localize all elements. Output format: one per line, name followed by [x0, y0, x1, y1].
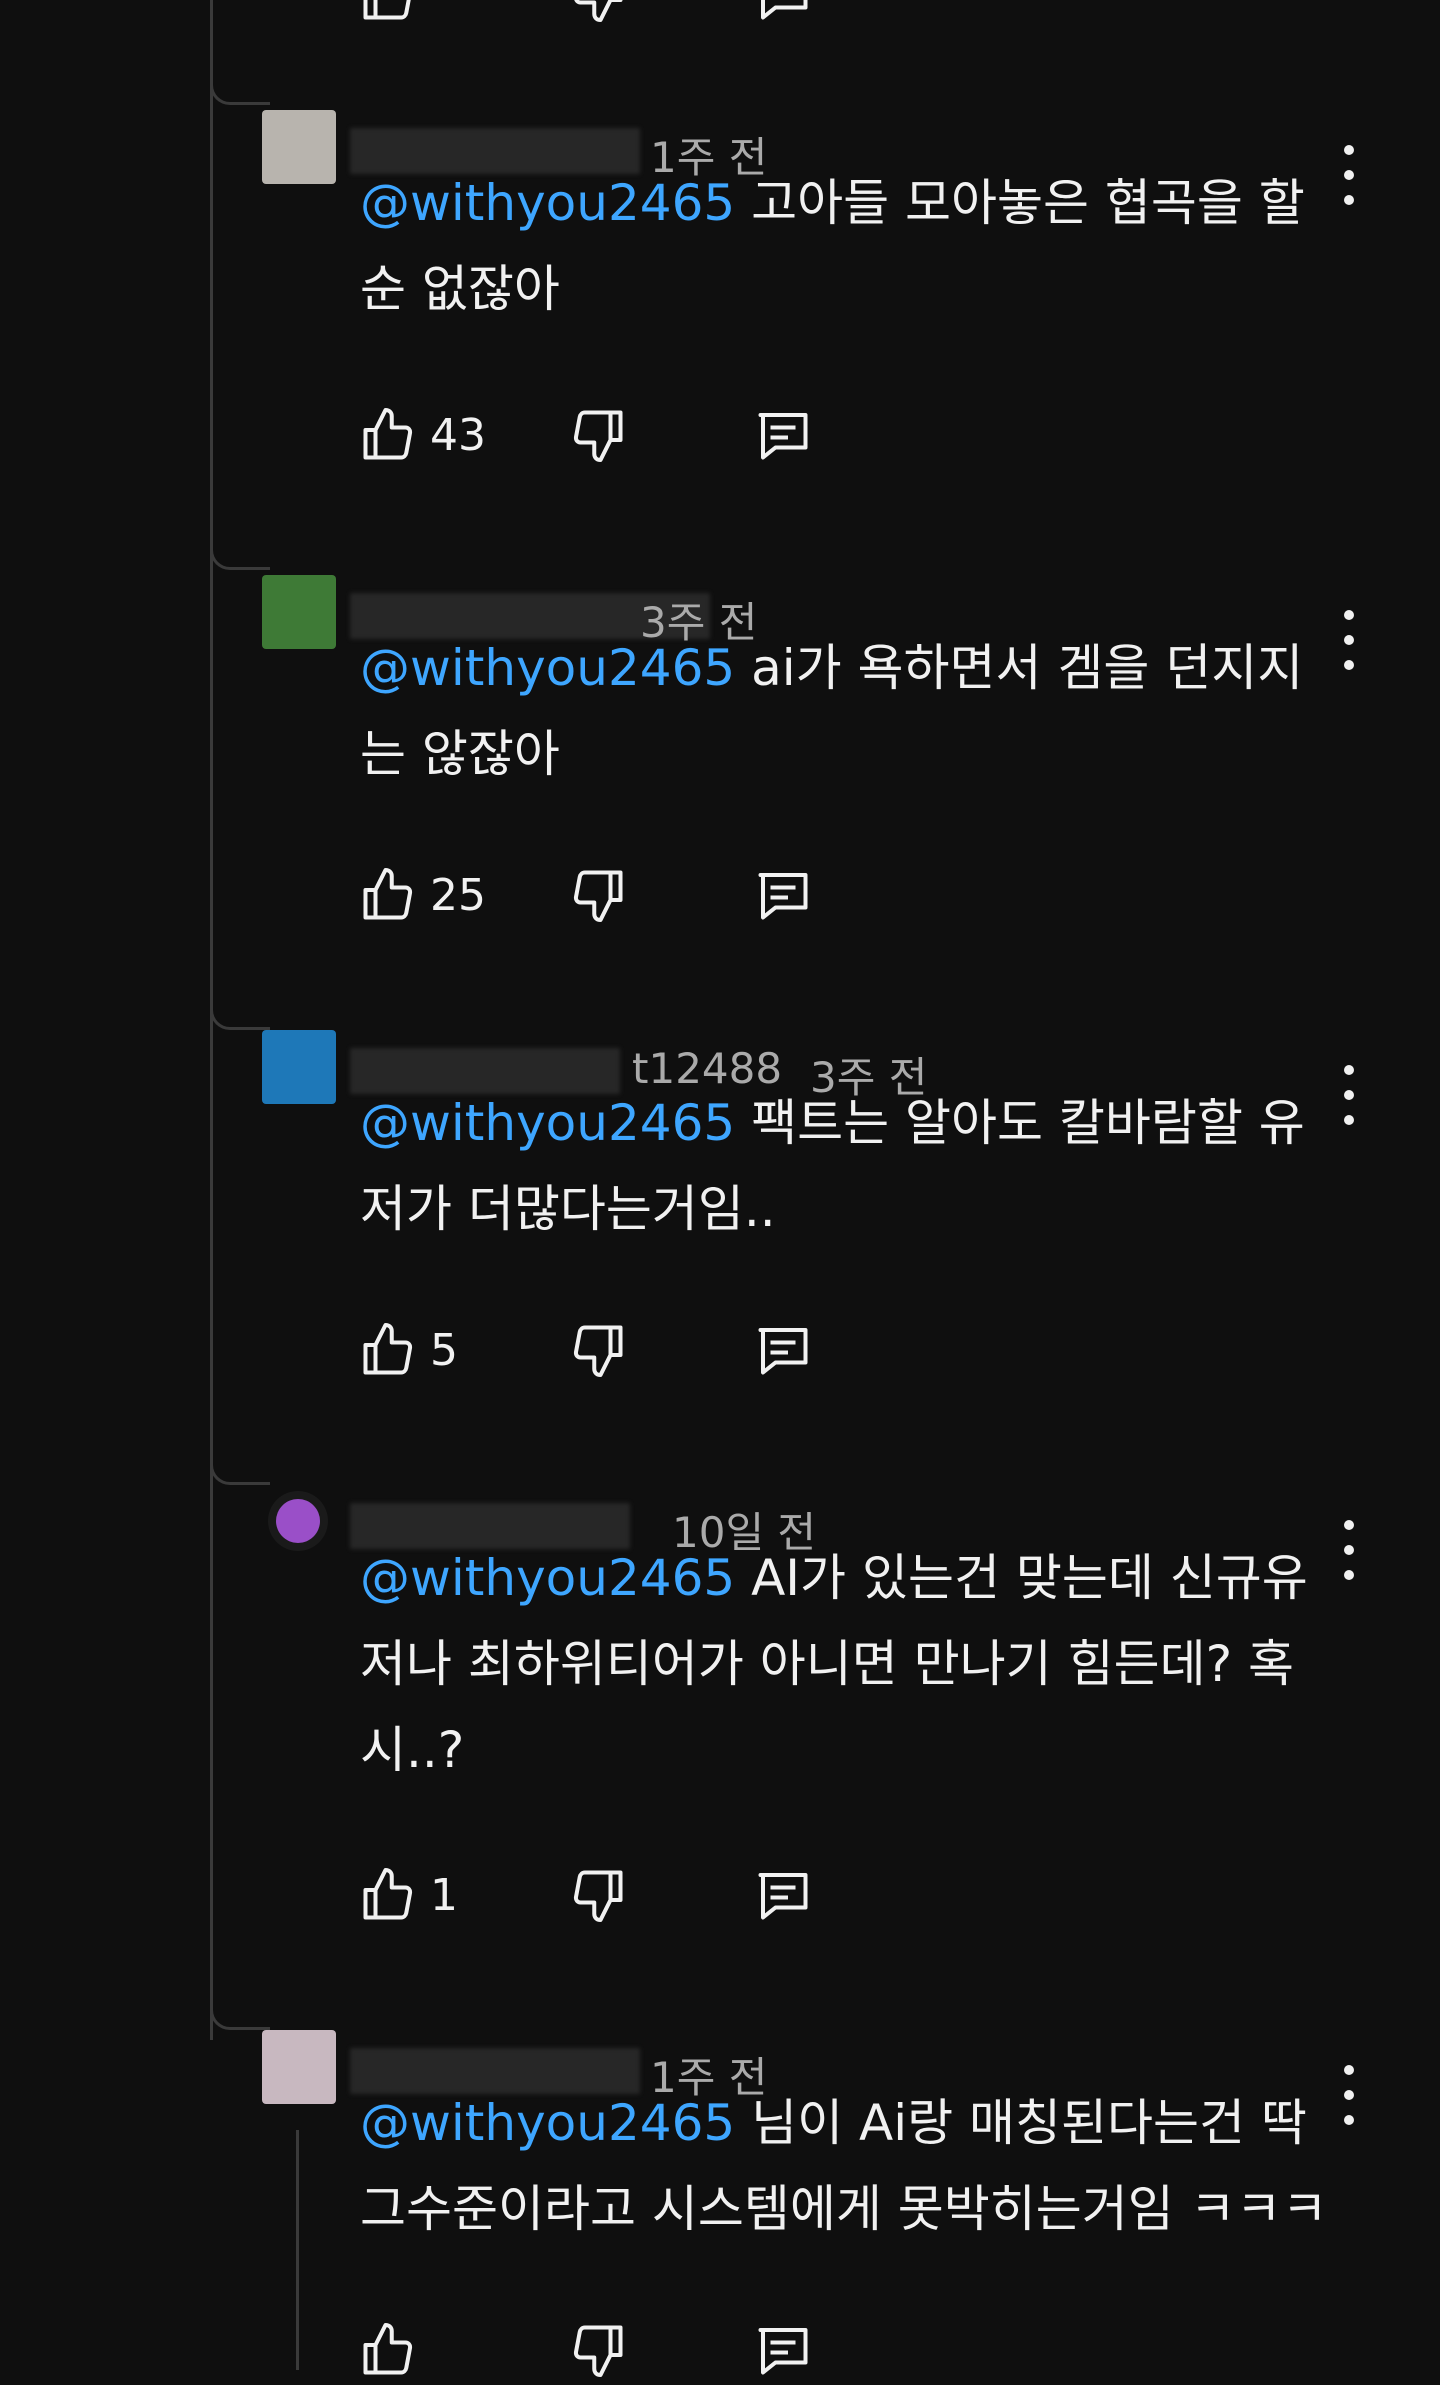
more-vertical-icon — [1344, 2065, 1354, 2075]
mention-link[interactable]: @withyou2465 — [360, 1094, 735, 1152]
mention-link[interactable]: @withyou2465 — [360, 1549, 735, 1607]
avatar[interactable] — [262, 110, 336, 184]
like-count: 5 — [430, 1324, 458, 1376]
thumbs-up-icon — [363, 2323, 413, 2375]
avatar[interactable] — [268, 1491, 328, 1551]
like-count: 1 — [430, 1869, 458, 1921]
mention-link[interactable]: @withyou2465 — [360, 2094, 735, 2152]
like-button[interactable] — [358, 0, 418, 30]
comment-text: @withyou2465 고아들 모아놓은 협곡을 할 순 없잖아 — [360, 160, 1340, 332]
reply-button[interactable] — [753, 1315, 813, 1385]
dislike-button[interactable] — [568, 860, 628, 930]
thumbs-up-icon — [363, 0, 411, 20]
mention-link[interactable]: @withyou2465 — [360, 639, 735, 697]
thumbs-down-icon — [574, 0, 623, 22]
thread-connector — [210, 540, 270, 570]
like-button[interactable]: 43 — [358, 400, 486, 470]
comment-icon — [758, 873, 808, 920]
thumbs-down-icon — [573, 1870, 623, 1922]
thumbs-down-icon — [573, 1325, 623, 1377]
comment-icon — [758, 1873, 808, 1920]
comment-text: @withyou2465 님이 Ai랑 매칭된다는건 딱 그수준이라고 시스템에… — [360, 2080, 1340, 2252]
like-count: 25 — [430, 869, 486, 921]
reply-button[interactable] — [753, 400, 813, 470]
comment-icon — [758, 1328, 808, 1375]
more-vertical-icon — [1344, 145, 1354, 155]
reply-button[interactable] — [753, 1860, 813, 1930]
like-button[interactable]: 5 — [358, 1315, 458, 1385]
thumbs-up-icon — [363, 1868, 413, 1920]
like-button[interactable] — [358, 2315, 418, 2385]
like-button[interactable]: 25 — [358, 860, 486, 930]
reply-button[interactable] — [753, 2315, 813, 2385]
reply-button[interactable] — [753, 860, 813, 930]
thumbs-up-icon — [363, 408, 413, 460]
dislike-button[interactable] — [568, 1315, 628, 1385]
comment-text: @withyou2465 AI가 있는건 맞는데 신규유저나 최하위티어가 아니… — [360, 1535, 1340, 1793]
like-count: 43 — [430, 409, 486, 461]
dislike-button[interactable] — [568, 400, 628, 470]
thread-connector — [210, 75, 270, 105]
comment-icon — [761, 0, 808, 20]
comment-text: @withyou2465 팩트는 알아도 칼바람할 유저가 더많다는거임.. — [360, 1080, 1340, 1252]
thumbs-down-icon — [573, 870, 623, 922]
thumbs-up-icon — [363, 1323, 413, 1375]
more-vertical-icon — [1344, 1065, 1354, 1075]
thread-connector — [210, 2000, 270, 2030]
thumbs-up-icon — [363, 868, 413, 920]
avatar[interactable] — [262, 2030, 336, 2104]
mention-link[interactable]: @withyou2465 — [360, 174, 735, 232]
reply-button[interactable] — [753, 0, 813, 30]
dislike-button[interactable] — [568, 2315, 628, 2385]
thread-connector — [210, 1455, 270, 1485]
thumbs-down-icon — [573, 2325, 623, 2377]
comment-icon — [758, 413, 808, 460]
comment-text: @withyou2465 ai가 욕하면서 겜을 던지지는 않잖아 — [360, 625, 1340, 797]
more-vertical-icon — [1344, 610, 1354, 620]
like-button[interactable]: 1 — [358, 1860, 458, 1930]
avatar[interactable] — [262, 575, 336, 649]
thread-line-nested — [296, 2130, 299, 2370]
dislike-button[interactable] — [568, 0, 628, 30]
thread-connector — [210, 1000, 270, 1030]
thumbs-down-icon — [573, 410, 623, 462]
more-vertical-icon — [1344, 1520, 1354, 1530]
avatar[interactable] — [262, 1030, 336, 1104]
comment-icon — [758, 2328, 808, 2375]
dislike-button[interactable] — [568, 1860, 628, 1930]
